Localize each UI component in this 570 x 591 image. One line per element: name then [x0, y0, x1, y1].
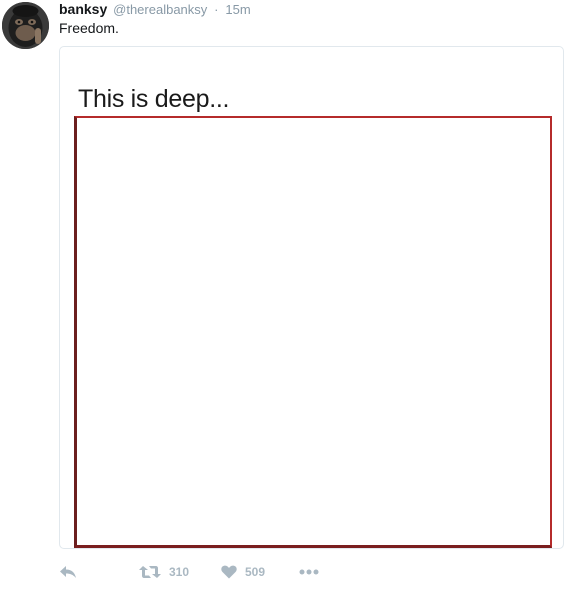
tweet-header: banksy @therealbanksy · 15m — [59, 1, 251, 18]
retweet-count: 310 — [169, 565, 190, 579]
timestamp[interactable]: 15m — [225, 2, 250, 17]
avatar[interactable] — [2, 2, 49, 49]
heart-icon — [221, 565, 237, 579]
tweet-actions: 310 509 — [59, 562, 359, 582]
like-count: 509 — [245, 565, 266, 579]
user-handle[interactable]: @therealbanksy — [113, 2, 207, 17]
more-button[interactable] — [299, 562, 319, 582]
meme-title: This is deep... — [78, 85, 230, 113]
more-icon — [299, 569, 319, 575]
media-card[interactable]: This is deep... — [59, 46, 564, 549]
reply-button[interactable] — [59, 562, 77, 582]
tweet-text: Freedom. — [59, 20, 119, 36]
display-name[interactable]: banksy — [59, 1, 107, 17]
meme-frame — [74, 116, 552, 548]
retweet-button[interactable]: 310 — [139, 562, 189, 582]
chimpanzee-avatar-image — [2, 2, 49, 49]
reply-icon — [60, 566, 76, 578]
like-button[interactable]: 509 — [221, 562, 265, 582]
retweet-icon — [139, 566, 161, 578]
header-separator: · — [214, 2, 219, 17]
